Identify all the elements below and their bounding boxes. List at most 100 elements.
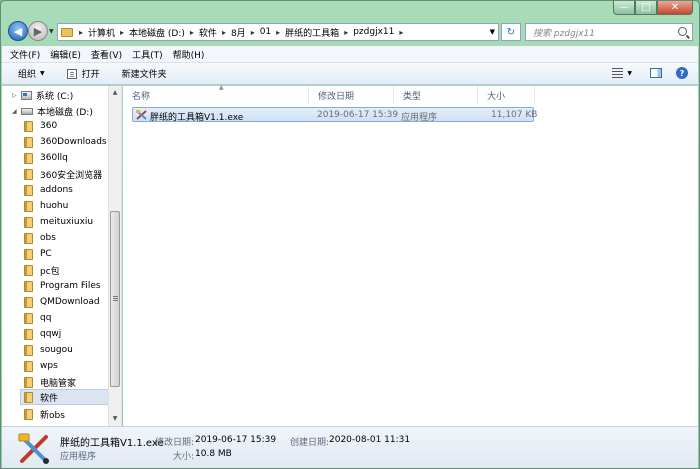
tree-item-label: 新obs <box>40 410 65 421</box>
breadcrumb-computer[interactable]: 计算机 <box>85 26 118 39</box>
menu-view[interactable]: 查看(V) <box>91 48 122 61</box>
chevron-down-icon: ▼ <box>40 70 45 77</box>
chevron-right-icon[interactable]: ▸ <box>118 28 126 37</box>
column-header-label: 大小 <box>487 91 506 102</box>
menu-help[interactable]: 帮助(H) <box>173 48 205 61</box>
chevron-right-icon[interactable]: ▸ <box>220 28 228 37</box>
breadcrumb-pzdgjx11[interactable]: pzdgjx11 <box>350 27 397 37</box>
folder-icon <box>24 136 33 148</box>
close-button[interactable]: ✕ <box>657 1 693 15</box>
details-modified-label: 修改日期: <box>155 438 195 448</box>
view-details-icon[interactable] <box>612 68 624 78</box>
breadcrumb-drive-d[interactable]: 本地磁盘 (D:) <box>126 26 188 39</box>
drive-icon <box>21 90 32 100</box>
chevron-right-icon[interactable]: ▸ <box>342 28 350 37</box>
maximize-button[interactable]: □ <box>635 1 657 15</box>
view-options-dropdown-icon[interactable]: ▼ <box>627 70 632 77</box>
folder-icon <box>24 280 33 292</box>
breadcrumb-software[interactable]: 软件 <box>196 26 220 39</box>
tree-item-label: obs <box>40 233 56 243</box>
tree-item-label: qqwj <box>40 329 62 339</box>
menu-edit[interactable]: 编辑(E) <box>50 48 81 61</box>
file-list: 名称 ▲ 修改日期 类型 大小 胖纸的工具箱V1.1.exe 2019-06-1… <box>123 84 698 426</box>
folder-icon <box>24 296 33 308</box>
help-icon[interactable]: ? <box>676 67 688 79</box>
menu-tools[interactable]: 工具(T) <box>132 48 163 61</box>
tree-item-label: pc包 <box>40 266 60 277</box>
chevron-right-icon[interactable]: ▸ <box>397 28 405 37</box>
recent-pages-dropdown-icon[interactable]: ▼ <box>49 28 54 35</box>
folder-icon <box>24 312 33 324</box>
address-bar[interactable]: ▸ 计算机 ▸ 本地磁盘 (D:) ▸ 软件 ▸ 8月 ▸ 01 ▸ 胖纸的工具… <box>57 23 499 41</box>
explorer-window: — □ ✕ ◀ ▶ ▼ ▸ 计算机 ▸ 本地磁盘 (D:) ▸ 软件 ▸ 8月 … <box>0 0 700 469</box>
minimize-button[interactable]: — <box>613 1 635 15</box>
column-header-label: 类型 <box>403 91 422 102</box>
column-header-modified[interactable]: 修改日期 <box>309 86 394 104</box>
navigation-pane: ▷ 系统 (C:) ◢ 本地磁盘 (D:) 360 360Downloads 3… <box>2 86 122 426</box>
table-row[interactable]: 胖纸的工具箱V1.1.exe 2019-06-17 15:39 应用程序 11,… <box>132 107 538 123</box>
view-controls: ▼ ? <box>606 67 688 79</box>
tree-item-label: 系统 (C:) <box>36 91 74 102</box>
folder-icon <box>24 120 33 132</box>
refresh-icon: ↻ <box>506 26 516 38</box>
column-header-size[interactable]: 大小 <box>478 86 535 104</box>
new-folder-button[interactable]: 新建文件夹 <box>122 67 167 80</box>
file-type: 应用程序 <box>401 113 438 123</box>
arrow-left-icon: ◀ <box>13 24 23 38</box>
file-modified: 2019-06-17 15:39 <box>317 110 399 120</box>
column-header-name[interactable]: 名称 ▲ <box>123 84 309 104</box>
new-folder-label: 新建文件夹 <box>121 70 167 80</box>
column-header-type[interactable]: 类型 <box>394 86 478 104</box>
open-icon <box>66 68 77 79</box>
tree-item-folder-selected[interactable]: 软件 <box>20 389 121 405</box>
forward-button[interactable]: ▶ <box>28 21 48 41</box>
breadcrumb-august[interactable]: 8月 <box>228 26 249 39</box>
folder-icon <box>24 200 33 212</box>
scroll-up-icon[interactable]: ▲ <box>109 86 121 99</box>
column-header-label: 名称 <box>132 91 151 102</box>
open-button[interactable]: 打开 <box>66 67 100 80</box>
scrollbar-thumb[interactable] <box>110 211 120 387</box>
file-name: 胖纸的工具箱V1.1.exe <box>150 113 244 123</box>
tree-item-label: 360安全浏览器 <box>40 170 103 181</box>
tree-item-label: 本地磁盘 (D:) <box>37 107 93 118</box>
chevron-right-icon[interactable]: ▸ <box>77 28 85 37</box>
tree-item-drive-c[interactable]: ▷ 系统 (C:) <box>12 87 118 103</box>
details-created-value: 2020-08-01 11:31 <box>329 435 411 445</box>
folder-icon <box>24 232 33 244</box>
tree-item-drive-d[interactable]: ◢ 本地磁盘 (D:) <box>12 103 118 119</box>
chevron-right-icon[interactable]: ▸ <box>249 28 257 37</box>
address-dropdown-icon[interactable]: ▼ <box>490 28 495 36</box>
folder-icon <box>24 376 33 388</box>
menu-file[interactable]: 文件(F) <box>10 48 40 61</box>
command-bar: 组织 ▼ 打开 新建文件夹 ▼ ? <box>2 63 698 85</box>
file-size: 11,107 KB <box>491 110 538 120</box>
scroll-down-icon[interactable]: ▼ <box>109 412 121 425</box>
folder-icon <box>24 328 33 340</box>
arrow-right-icon: ▶ <box>33 24 43 38</box>
expand-arrow-icon[interactable]: ▷ <box>12 92 21 99</box>
chevron-right-icon[interactable]: ▸ <box>188 28 196 37</box>
search-input[interactable]: 搜索 pzdgjx11 <box>525 23 693 41</box>
details-size-label: 大小: <box>173 452 195 462</box>
tree-item-label: 360Downloads <box>40 137 107 147</box>
refresh-button[interactable]: ↻ <box>501 23 521 41</box>
breadcrumb-toolbox[interactable]: 胖纸的工具箱 <box>282 26 342 39</box>
back-button[interactable]: ◀ <box>8 21 28 41</box>
navigation-scrollbar[interactable]: ▲ ▼ <box>108 86 121 426</box>
tree-item-label: 360llq <box>40 153 68 163</box>
folder-icon <box>24 248 33 260</box>
organize-button[interactable]: 组织 ▼ <box>18 67 45 80</box>
preview-pane-icon[interactable] <box>650 68 662 78</box>
breadcrumb-01[interactable]: 01 <box>257 27 274 37</box>
tree-item-label: addons <box>40 185 73 195</box>
drive-icon <box>21 107 33 115</box>
organize-label: 组织 <box>18 70 37 80</box>
folder-icon <box>24 408 33 420</box>
chevron-right-icon[interactable]: ▸ <box>274 28 282 37</box>
search-icon[interactable] <box>678 27 687 36</box>
details-pane: 胖纸的工具箱V1.1.exe 修改日期: 2019-06-17 15:39 创建… <box>2 426 698 468</box>
folder-icon <box>24 216 33 228</box>
tree-item-label: qq <box>40 313 52 323</box>
collapse-arrow-icon[interactable]: ◢ <box>12 108 21 115</box>
